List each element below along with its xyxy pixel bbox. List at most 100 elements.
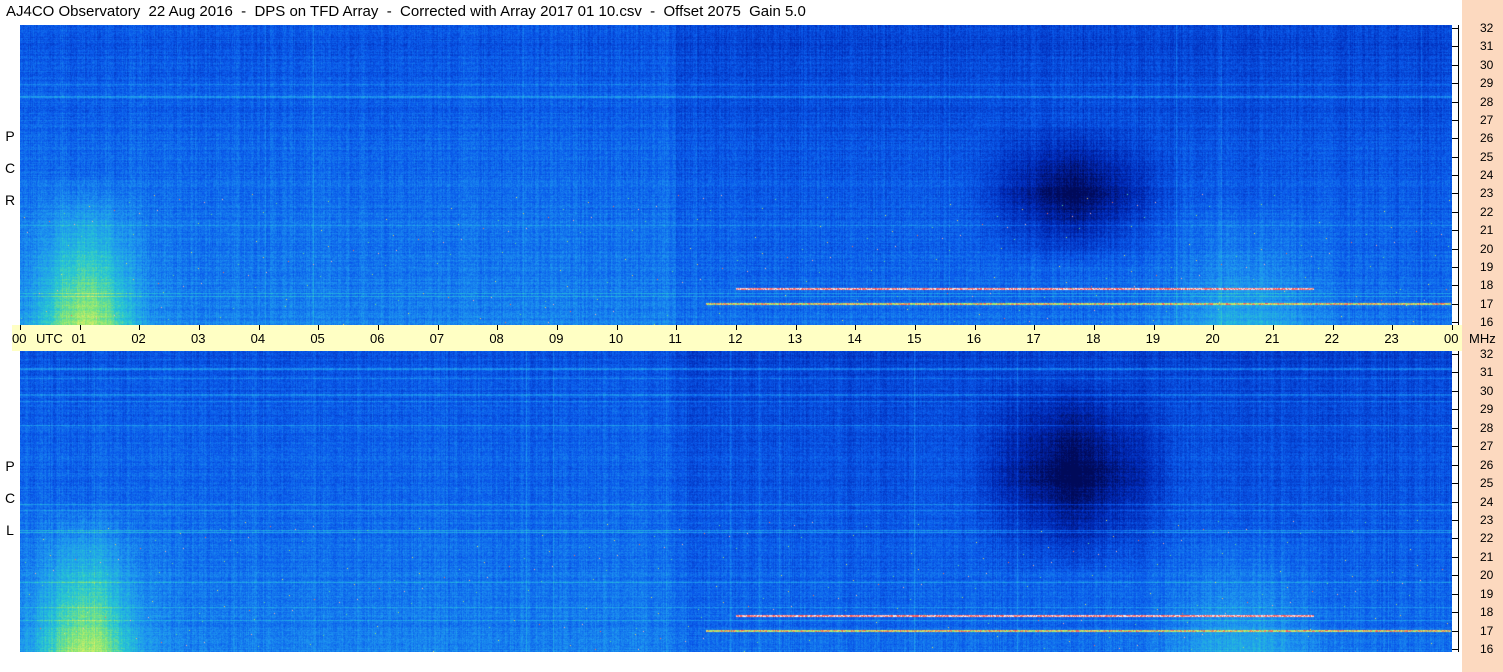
time-tick-mark <box>79 325 81 330</box>
frequency-tick-mark <box>1452 612 1458 614</box>
frequency-tick-label: 28 <box>1480 420 1494 435</box>
frequency-tick-label: 16 <box>1480 315 1494 329</box>
time-tick-mark <box>1332 325 1334 330</box>
time-tick-mark <box>974 325 976 330</box>
time-tick-mark <box>139 325 141 330</box>
frequency-tick-mark <box>1452 464 1458 466</box>
time-tick-label: 18 <box>1086 331 1101 346</box>
frequency-tick-mark <box>1452 83 1458 85</box>
time-tick-mark <box>736 325 737 330</box>
frequency-tick-mark <box>1452 285 1458 287</box>
frequency-tick-label: 17 <box>1480 623 1494 638</box>
time-tick-mark <box>1034 325 1036 330</box>
time-tick-label: 21 <box>1265 331 1280 346</box>
frequency-tick-label: 28 <box>1480 94 1494 109</box>
frequency-tick-label: 25 <box>1480 149 1494 164</box>
frequency-tick-mark <box>1452 138 1458 140</box>
time-tick-label: 07 <box>429 331 445 346</box>
time-axis-bar: 00 01 02 03 04 05 06 07 08 09 10 11 12 13 14 15 16 17 18 19… <box>12 325 1496 351</box>
frequency-tick-mark <box>1452 322 1458 323</box>
frequency-tick-mark <box>1452 519 1458 521</box>
frequency-tick-mark <box>1452 593 1458 595</box>
frequency-tick-label: 22 <box>1480 531 1494 546</box>
time-tick-label: 17 <box>1026 331 1041 346</box>
frequency-tick-label: 31 <box>1480 365 1494 380</box>
frequency-tick-label: 20 <box>1480 568 1494 583</box>
time-tick-label: 23 <box>1384 331 1399 346</box>
frequency-tick-mark <box>1452 483 1458 485</box>
frequency-tick-mark <box>1452 28 1458 29</box>
time-tick-label: 01 <box>71 331 87 346</box>
frequency-tick-mark <box>1452 446 1458 448</box>
time-tick-mark <box>1094 325 1095 330</box>
frequency-tick-label: 32 <box>1480 347 1494 361</box>
frequency-tick-mark <box>1452 538 1458 540</box>
frequency-tick-label: 26 <box>1480 131 1494 146</box>
time-tick-mark <box>258 325 260 330</box>
frequency-tick-mark <box>1452 390 1458 392</box>
frequency-tick-mark <box>1452 372 1458 374</box>
spectrogram-canvas-rcp <box>20 25 1452 325</box>
time-tick-label: 08 <box>489 331 504 346</box>
frequency-tick-label: 24 <box>1480 168 1494 182</box>
time-tick-label: 11 <box>668 331 682 346</box>
time-tick-label: 13 <box>787 331 803 346</box>
frequency-tick-mark <box>1452 427 1458 429</box>
frequency-tick-label: 22 <box>1480 204 1494 219</box>
frequency-axis-line <box>1458 25 1459 325</box>
time-tick-label: 22 <box>1324 331 1340 346</box>
frequency-tick-mark <box>1452 175 1458 176</box>
spectrogram-canvas-lcp <box>20 351 1452 652</box>
time-tick-mark <box>616 325 618 330</box>
frequency-tick-label: 21 <box>1480 223 1494 238</box>
time-axis-label: UTC <box>36 331 63 346</box>
frequency-tick-label: 26 <box>1480 457 1494 472</box>
frequency-tick-mark <box>1452 630 1458 632</box>
spectrogram-lcp <box>20 351 1452 652</box>
chart-title: AJ4CO Observatory 22 Aug 2016 - DPS on T… <box>6 3 806 20</box>
frequency-tick-mark <box>1452 64 1458 66</box>
frequency-tick-label: 27 <box>1480 439 1494 454</box>
time-tick-label: 12 <box>728 331 743 346</box>
frequency-tick-mark <box>1452 409 1458 411</box>
frequency-tick-label: 17 <box>1480 296 1494 311</box>
frequency-tick-label: 32 <box>1480 21 1494 35</box>
time-tick-label: 03 <box>191 331 206 346</box>
pol-letter: P <box>5 128 15 144</box>
frequency-tick-mark <box>1452 119 1458 121</box>
frequency-tick-label: 23 <box>1480 186 1494 201</box>
time-tick-mark <box>1273 325 1274 330</box>
time-tick-mark <box>199 325 200 330</box>
time-tick-mark <box>855 325 857 330</box>
frequency-tick-label: 29 <box>1480 76 1494 91</box>
frequency-tick-mark <box>1452 193 1458 195</box>
frequency-tick-mark <box>1452 211 1458 213</box>
time-tick-label: 09 <box>549 331 564 346</box>
frequency-tick-mark <box>1452 354 1458 355</box>
frequency-tick-mark <box>1452 101 1458 103</box>
pol-letter: C <box>4 490 16 506</box>
time-tick-label: 15 <box>907 331 922 346</box>
frequency-tick-label: 25 <box>1480 476 1494 491</box>
time-tick-mark <box>378 325 379 330</box>
frequency-tick-mark <box>1452 649 1458 650</box>
time-tick-label: 20 <box>1205 331 1220 346</box>
time-tick-label: 06 <box>370 331 385 346</box>
time-tick-label: 16 <box>966 331 982 346</box>
frequency-tick-label: 21 <box>1480 549 1494 564</box>
frequency-tick-label: 24 <box>1480 494 1494 509</box>
frequency-tick-label: 20 <box>1480 241 1494 256</box>
time-tick-label: 19 <box>1145 331 1161 346</box>
frequency-tick-mark <box>1452 575 1458 577</box>
time-tick-mark <box>1452 325 1453 330</box>
time-tick-mark <box>557 325 558 330</box>
frequency-tick-mark <box>1452 266 1458 268</box>
frequency-tick-label: 18 <box>1480 605 1494 620</box>
time-tick-mark <box>497 325 499 330</box>
frequency-tick-mark <box>1452 303 1458 305</box>
time-tick-mark <box>437 325 439 330</box>
pol-letter: P <box>5 458 15 474</box>
time-tick-mark <box>1153 325 1155 330</box>
frequency-tick-mark <box>1452 230 1458 232</box>
time-tick-mark <box>676 325 678 330</box>
